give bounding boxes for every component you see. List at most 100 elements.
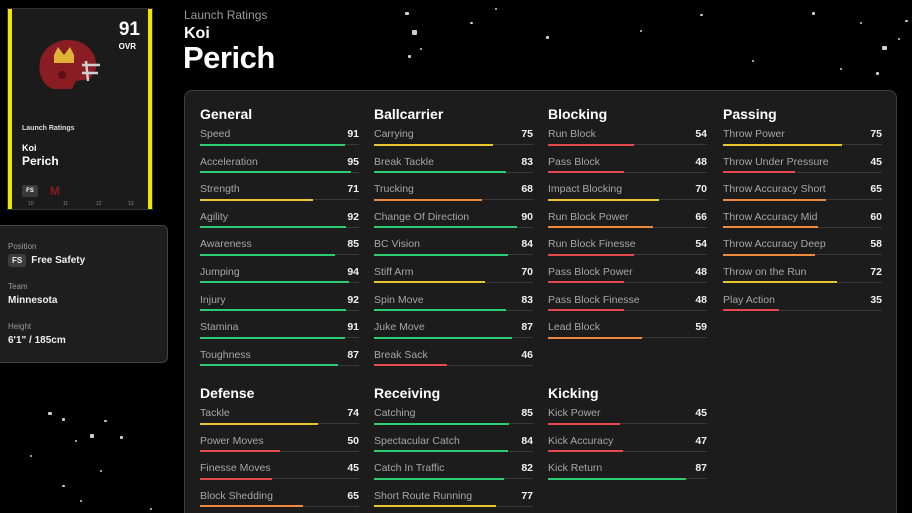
player-card[interactable]: 91 OVR Launch Ratings Koi Perich FS M 10… bbox=[7, 8, 153, 210]
stat-name: Throw Accuracy Deep bbox=[723, 238, 826, 251]
stat-row[interactable]: Strength 71 bbox=[200, 183, 359, 211]
stat-value: 47 bbox=[695, 434, 707, 447]
card-ovr-label: OVR bbox=[118, 42, 136, 51]
stat-row[interactable]: Injury 92 bbox=[200, 294, 359, 322]
stat-name: Throw Accuracy Short bbox=[723, 183, 826, 196]
stat-row[interactable]: Block Shedding 65 bbox=[200, 490, 359, 513]
particle bbox=[752, 60, 754, 62]
stat-value: 70 bbox=[695, 183, 707, 196]
stat-bar-track bbox=[200, 281, 359, 284]
stat-row[interactable]: Impact Blocking 70 bbox=[548, 183, 707, 211]
stat-value: 66 bbox=[695, 210, 707, 223]
stat-row[interactable]: Trucking 68 bbox=[374, 183, 533, 211]
stat-row[interactable]: Run Block Power 66 bbox=[548, 211, 707, 239]
card-ovr-value: 91 bbox=[118, 19, 140, 40]
card-edge-left bbox=[8, 9, 12, 209]
stat-bar-fill bbox=[723, 309, 779, 312]
stat-value: 84 bbox=[521, 238, 533, 251]
stat-name: Change Of Direction bbox=[374, 210, 470, 223]
stat-value: 58 bbox=[870, 238, 882, 251]
position-badge: FS bbox=[8, 254, 27, 267]
stat-name: Power Moves bbox=[200, 434, 264, 447]
stat-name: Pass Block bbox=[548, 155, 600, 168]
stat-name: Kick Accuracy bbox=[548, 434, 614, 447]
stat-row[interactable]: Throw on the Run 72 bbox=[723, 266, 882, 294]
stat-row[interactable]: Break Tackle 83 bbox=[374, 156, 533, 184]
particle bbox=[546, 36, 549, 39]
stat-row[interactable]: Short Route Running 77 bbox=[374, 490, 533, 513]
stat-bar-track bbox=[548, 281, 707, 284]
group-kicking: Kicking Kick Power 45 Kick Accuracy 47 Kick R… bbox=[548, 385, 707, 490]
stat-row[interactable]: Awareness 85 bbox=[200, 238, 359, 266]
stat-bar-track bbox=[374, 253, 533, 256]
stat-row[interactable]: Pass Block 48 bbox=[548, 156, 707, 184]
stat-row[interactable]: Kick Power 45 bbox=[548, 407, 707, 435]
stat-row[interactable]: Spectacular Catch 84 bbox=[374, 435, 533, 463]
stat-bar-track bbox=[548, 171, 707, 174]
stat-name: Short Route Running bbox=[374, 489, 473, 502]
stat-row[interactable]: Run Block 54 bbox=[548, 128, 707, 156]
stat-row[interactable]: Throw Under Pressure 45 bbox=[723, 156, 882, 184]
stat-row[interactable]: Lead Block 59 bbox=[548, 321, 707, 349]
stat-bar-fill bbox=[200, 198, 313, 201]
stat-row[interactable]: Catching 85 bbox=[374, 407, 533, 435]
team-logo-icon: M bbox=[50, 184, 60, 198]
stat-value: 72 bbox=[870, 265, 882, 278]
stat-row[interactable]: Stiff Arm 70 bbox=[374, 266, 533, 294]
stat-name: Catching bbox=[374, 407, 416, 419]
stat-row[interactable]: Pass Block Power 48 bbox=[548, 266, 707, 294]
stat-bar-fill bbox=[374, 450, 508, 453]
stat-row[interactable]: Acceleration 95 bbox=[200, 156, 359, 184]
stat-row[interactable]: Play Action 35 bbox=[723, 294, 882, 322]
stat-row[interactable]: Spin Move 83 bbox=[374, 294, 533, 322]
stat-value: 82 bbox=[521, 462, 533, 475]
stat-bar-fill bbox=[548, 226, 653, 229]
stat-name: Throw on the Run bbox=[723, 265, 807, 278]
stat-bar-fill bbox=[200, 171, 352, 174]
particle bbox=[408, 55, 411, 58]
stat-row[interactable]: Tackle 74 bbox=[200, 407, 359, 435]
stat-bar-track bbox=[374, 505, 533, 508]
stat-row[interactable]: Agility 92 bbox=[200, 211, 359, 239]
ratings-panel[interactable]: General Speed 91 Acceleration 95 Strength 71 Ag… bbox=[184, 90, 897, 513]
stat-name: Awareness bbox=[200, 238, 252, 251]
stat-bar-track bbox=[548, 253, 707, 256]
stat-name: Throw Power bbox=[723, 128, 785, 140]
stat-row[interactable]: Break Sack 46 bbox=[374, 349, 533, 377]
stat-value: 91 bbox=[347, 128, 359, 140]
stat-row[interactable]: Juke Move 87 bbox=[374, 321, 533, 349]
stat-value: 87 bbox=[695, 462, 707, 475]
stat-row[interactable]: Kick Return 87 bbox=[548, 462, 707, 490]
stat-name: Acceleration bbox=[200, 155, 258, 168]
team-label: Team bbox=[8, 282, 28, 291]
stat-bar-fill bbox=[548, 336, 642, 339]
stat-bar-fill bbox=[548, 143, 634, 146]
stat-row[interactable]: Finesse Moves 45 bbox=[200, 462, 359, 490]
stat-row[interactable]: Pass Block Finesse 48 bbox=[548, 294, 707, 322]
stat-row[interactable]: Carrying 75 bbox=[374, 128, 533, 156]
stat-row[interactable]: Change Of Direction 90 bbox=[374, 211, 533, 239]
stat-bar-fill bbox=[723, 281, 838, 284]
stat-row[interactable]: Kick Accuracy 47 bbox=[548, 435, 707, 463]
stat-row[interactable]: BC Vision 84 bbox=[374, 238, 533, 266]
stat-row[interactable]: Throw Accuracy Deep 58 bbox=[723, 238, 882, 266]
group-receiving: Receiving Catching 85 Spectacular Catch 84 Ca… bbox=[374, 385, 533, 513]
stat-row[interactable]: Toughness 87 bbox=[200, 349, 359, 377]
stat-bar-fill bbox=[548, 422, 620, 425]
stat-bar-track bbox=[374, 226, 533, 229]
stat-row[interactable]: Run Block Finesse 54 bbox=[548, 238, 707, 266]
stat-row[interactable]: Speed 91 bbox=[200, 128, 359, 156]
stat-value: 87 bbox=[347, 348, 359, 361]
stat-row[interactable]: Catch In Traffic 82 bbox=[374, 462, 533, 490]
stat-row[interactable]: Stamina 91 bbox=[200, 321, 359, 349]
stat-value: 85 bbox=[347, 238, 359, 251]
stat-row[interactable]: Throw Accuracy Short 65 bbox=[723, 183, 882, 211]
stat-name: Pass Block Power bbox=[548, 265, 633, 278]
stat-name: Injury bbox=[200, 293, 226, 306]
stat-row[interactable]: Power Moves 50 bbox=[200, 435, 359, 463]
particle bbox=[30, 455, 32, 457]
stat-row[interactable]: Jumping 94 bbox=[200, 266, 359, 294]
stat-row[interactable]: Throw Power 75 bbox=[723, 128, 882, 156]
stat-name: Strength bbox=[200, 183, 240, 196]
stat-row[interactable]: Throw Accuracy Mid 60 bbox=[723, 211, 882, 239]
